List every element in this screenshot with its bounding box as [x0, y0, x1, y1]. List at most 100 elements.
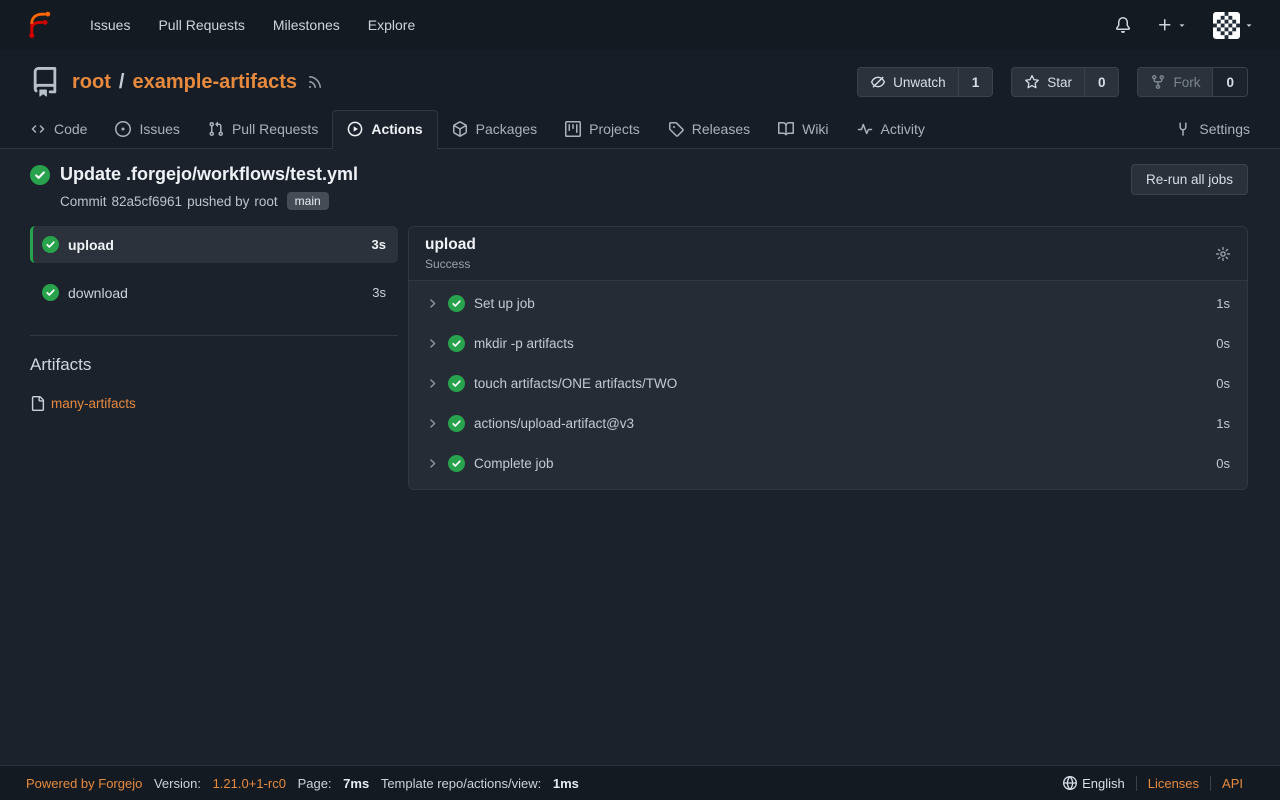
- step-duration: 0s: [1216, 336, 1230, 351]
- step-duration: 1s: [1216, 296, 1230, 311]
- tab-issues[interactable]: Issues: [101, 111, 193, 148]
- step-name: Set up job: [474, 296, 535, 311]
- repo-header: root / example-artifacts Unwatch 1 Star …: [0, 50, 1280, 149]
- chevron-down-icon: [1244, 20, 1254, 30]
- repo-action-buttons: Unwatch 1 Star 0 Fork 0: [857, 67, 1248, 97]
- version-label: Version:: [154, 776, 201, 791]
- tab-settings[interactable]: Settings: [1161, 111, 1264, 148]
- artifact-link-many-artifacts[interactable]: many-artifacts: [30, 396, 398, 411]
- powered-by-link[interactable]: Powered by Forgejo: [26, 776, 142, 791]
- watchers-count[interactable]: 1: [958, 68, 993, 96]
- star-button[interactable]: Star 0: [1011, 67, 1119, 97]
- notifications-button[interactable]: [1105, 9, 1141, 41]
- footer-info: Powered by Forgejo Version: 1.21.0+1-rc0…: [26, 776, 579, 791]
- step-duration: 1s: [1216, 416, 1230, 431]
- globe-icon: [1063, 776, 1077, 790]
- step-row-set-up-job[interactable]: Set up job 1s: [409, 283, 1247, 323]
- file-icon: [30, 396, 45, 411]
- navbar-links: Issues Pull Requests Milestones Explore: [76, 8, 429, 42]
- book-icon: [778, 121, 794, 137]
- tab-packages[interactable]: Packages: [438, 111, 551, 148]
- navbar-right: [1105, 4, 1264, 47]
- job-options-button[interactable]: [1215, 246, 1231, 262]
- project-board-icon: [565, 121, 581, 137]
- create-new-dropdown[interactable]: [1147, 9, 1197, 41]
- code-icon: [30, 121, 46, 137]
- artifacts-heading: Artifacts: [30, 355, 398, 375]
- api-link[interactable]: API: [1210, 776, 1254, 791]
- job-detail-header: upload Success: [409, 227, 1247, 281]
- actions-run-view: Update .forgejo/workflows/test.yml Commi…: [0, 149, 1280, 765]
- step-row-complete-job[interactable]: Complete job 0s: [409, 443, 1247, 483]
- fork-button[interactable]: Fork 0: [1137, 67, 1248, 97]
- step-duration: 0s: [1216, 456, 1230, 471]
- top-navbar: Issues Pull Requests Milestones Explore: [0, 0, 1280, 50]
- rerun-all-jobs-button[interactable]: Re-run all jobs: [1131, 164, 1248, 195]
- version-link[interactable]: 1.21.0+1-rc0: [213, 776, 286, 791]
- job-name: upload: [68, 237, 114, 253]
- tab-actions[interactable]: Actions: [332, 110, 437, 149]
- tab-label: Wiki: [802, 121, 828, 137]
- tab-projects[interactable]: Projects: [551, 111, 654, 148]
- forgejo-logo[interactable]: [16, 6, 66, 44]
- forks-count[interactable]: 0: [1212, 68, 1247, 96]
- tab-label: Packages: [476, 121, 537, 137]
- tab-wiki[interactable]: Wiki: [764, 111, 842, 148]
- chevron-right-icon: [426, 297, 439, 310]
- step-row-touch-artifacts[interactable]: touch artifacts/ONE artifacts/TWO 0s: [409, 363, 1247, 403]
- repo-title: root / example-artifacts: [72, 71, 297, 94]
- unwatch-button[interactable]: Unwatch 1: [857, 67, 993, 97]
- step-row-upload-artifact[interactable]: actions/upload-artifact@v3 1s: [409, 403, 1247, 443]
- repo-title-separator: /: [119, 71, 125, 94]
- chevron-right-icon: [426, 337, 439, 350]
- user-menu-dropdown[interactable]: [1203, 4, 1264, 47]
- step-name: touch artifacts/ONE artifacts/TWO: [474, 376, 677, 391]
- repo-name-link[interactable]: example-artifacts: [132, 71, 297, 94]
- artifact-name: many-artifacts: [51, 396, 136, 411]
- tab-pull-requests[interactable]: Pull Requests: [194, 111, 332, 148]
- pusher-link[interactable]: root: [254, 194, 277, 209]
- commit-summary: Commit 82a5cf6961 pushed by root main: [60, 192, 358, 210]
- star-icon: [1024, 74, 1040, 90]
- jobs-sidebar: upload 3s download 3s Artifacts many-art…: [30, 226, 398, 490]
- tab-label: Releases: [692, 121, 750, 137]
- job-name: download: [68, 285, 128, 301]
- nav-link-explore[interactable]: Explore: [354, 8, 429, 42]
- stars-count[interactable]: 0: [1084, 68, 1119, 96]
- repo-owner-link[interactable]: root: [72, 71, 111, 94]
- commit-sha-link[interactable]: 82a5cf6961: [112, 194, 183, 209]
- language-label: English: [1082, 776, 1125, 791]
- nav-link-issues[interactable]: Issues: [76, 8, 144, 42]
- rss-feed-button[interactable]: [307, 74, 323, 90]
- eye-slash-icon: [870, 74, 886, 90]
- job-item-download[interactable]: download 3s: [30, 274, 398, 311]
- package-icon: [452, 121, 468, 137]
- step-name: Complete job: [474, 456, 554, 471]
- success-check-icon: [448, 375, 465, 392]
- job-steps-list: Set up job 1s mkdir -p artifacts 0s touc…: [409, 281, 1247, 489]
- chevron-right-icon: [426, 417, 439, 430]
- tab-label: Activity: [881, 121, 925, 137]
- licenses-link[interactable]: Licenses: [1136, 776, 1210, 791]
- tab-activity[interactable]: Activity: [843, 111, 939, 148]
- issue-opened-icon: [115, 121, 131, 137]
- branch-badge[interactable]: main: [287, 192, 329, 210]
- avatar: [1213, 12, 1240, 39]
- bell-icon: [1115, 17, 1131, 33]
- tab-code[interactable]: Code: [16, 111, 101, 148]
- tab-label: Projects: [589, 121, 640, 137]
- step-row-mkdir[interactable]: mkdir -p artifacts 0s: [409, 323, 1247, 363]
- chevron-right-icon: [426, 457, 439, 470]
- language-selector[interactable]: English: [1052, 776, 1136, 791]
- job-item-upload[interactable]: upload 3s: [30, 226, 398, 263]
- success-check-icon: [30, 165, 50, 185]
- tab-releases[interactable]: Releases: [654, 111, 764, 148]
- tab-label: Pull Requests: [232, 121, 318, 137]
- step-name: mkdir -p artifacts: [474, 336, 574, 351]
- nav-link-pull-requests[interactable]: Pull Requests: [144, 8, 258, 42]
- nav-link-milestones[interactable]: Milestones: [259, 8, 354, 42]
- success-check-icon: [42, 284, 59, 301]
- run-title: Update .forgejo/workflows/test.yml: [60, 164, 358, 185]
- repository-icon: [30, 67, 60, 97]
- job-duration: 3s: [372, 237, 386, 252]
